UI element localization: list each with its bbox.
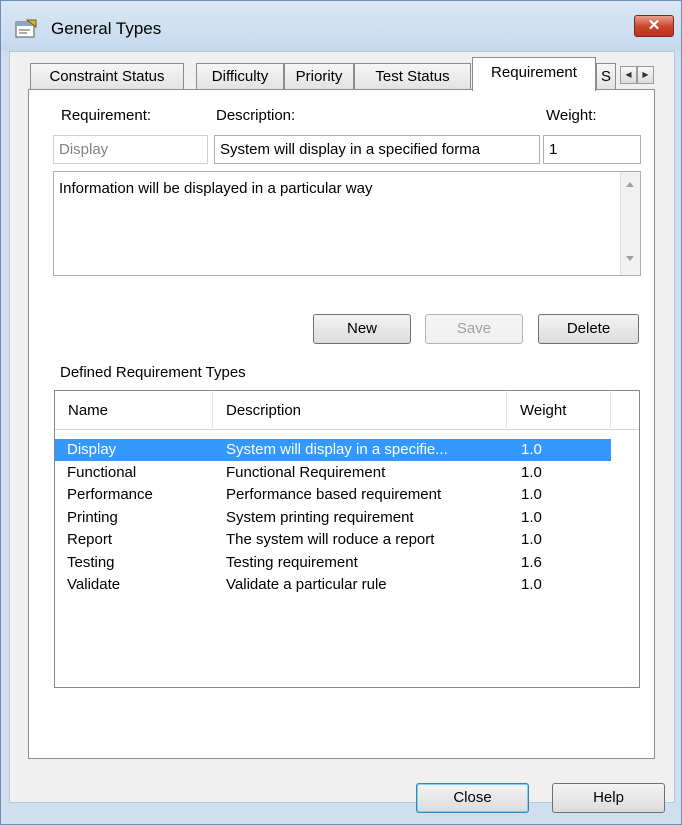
column-header-name[interactable]: Name: [55, 391, 213, 428]
column-header-description[interactable]: Description: [213, 391, 507, 428]
requirement-label: Requirement:: [61, 107, 152, 124]
table-row[interactable]: Printing System printing requirement 1.0: [55, 507, 611, 529]
requirement-field[interactable]: Display: [53, 135, 208, 164]
table-row[interactable]: Testing Testing requirement 1.6: [55, 552, 611, 574]
table-row[interactable]: Validate Validate a particular rule 1.0: [55, 574, 611, 596]
cell-description: Validate a particular rule: [226, 576, 387, 593]
cell-description: Performance based requirement: [226, 486, 442, 503]
cell-weight: 1.0: [521, 576, 542, 593]
cell-description: System will display in a specifie...: [226, 441, 448, 458]
cell-weight: 1.0: [521, 463, 542, 481]
scroll-down-icon[interactable]: [626, 256, 634, 261]
table-row[interactable]: Functional Functional Requirement 1.0: [55, 462, 611, 484]
cell-name: Display: [67, 441, 117, 458]
defined-types-label: Defined Requirement Types: [60, 364, 246, 381]
cell-weight: 1.0: [521, 486, 542, 503]
cell-name: Functional: [67, 463, 137, 481]
weight-field[interactable]: 1: [543, 135, 641, 164]
cell-weight: 1.0: [521, 441, 542, 458]
cell-weight: 1.6: [521, 553, 542, 571]
table-row[interactable]: Display System will display in a specifie…: [55, 439, 611, 461]
cell-name: Report: [67, 531, 113, 548]
cell-description: System printing requirement: [226, 508, 414, 526]
cell-weight: 1.0: [521, 531, 542, 548]
cell-description: Testing requirement: [226, 553, 358, 571]
save-button[interactable]: Save: [425, 314, 523, 344]
cell-name: Printing: [67, 508, 118, 526]
cell-name: Validate: [67, 576, 121, 593]
scroll-up-icon[interactable]: [626, 182, 634, 187]
cell-name: Testing: [67, 553, 115, 571]
table-row[interactable]: Report The system will roduce a report 1.0: [55, 529, 611, 551]
table-row[interactable]: Performance Performance based requirement…: [55, 484, 611, 506]
new-button[interactable]: New: [313, 314, 411, 344]
column-header-weight[interactable]: Weight: [507, 391, 611, 428]
weight-label: Weight:: [546, 107, 597, 124]
close-button[interactable]: Close: [416, 783, 529, 813]
cell-description: The system will roduce a report: [226, 531, 435, 548]
help-button[interactable]: Help: [552, 783, 665, 813]
cell-name: Performance: [67, 486, 153, 503]
cell-weight: 1.0: [521, 508, 542, 526]
description-label: Description:: [216, 107, 296, 124]
list-header: Name Description Weight: [55, 391, 639, 430]
notes-scrollbar[interactable]: [620, 172, 640, 275]
cell-description: Functional Requirement: [226, 463, 386, 481]
description-field[interactable]: System will display in a specified forma: [214, 135, 540, 164]
delete-button[interactable]: Delete: [538, 314, 639, 344]
notes-textarea[interactable]: Information will be displayed in a parti…: [53, 171, 641, 276]
notes-text: Information will be displayed in a parti…: [59, 180, 373, 197]
requirement-types-list[interactable]: Name Description Weight Display System wi…: [54, 390, 640, 688]
